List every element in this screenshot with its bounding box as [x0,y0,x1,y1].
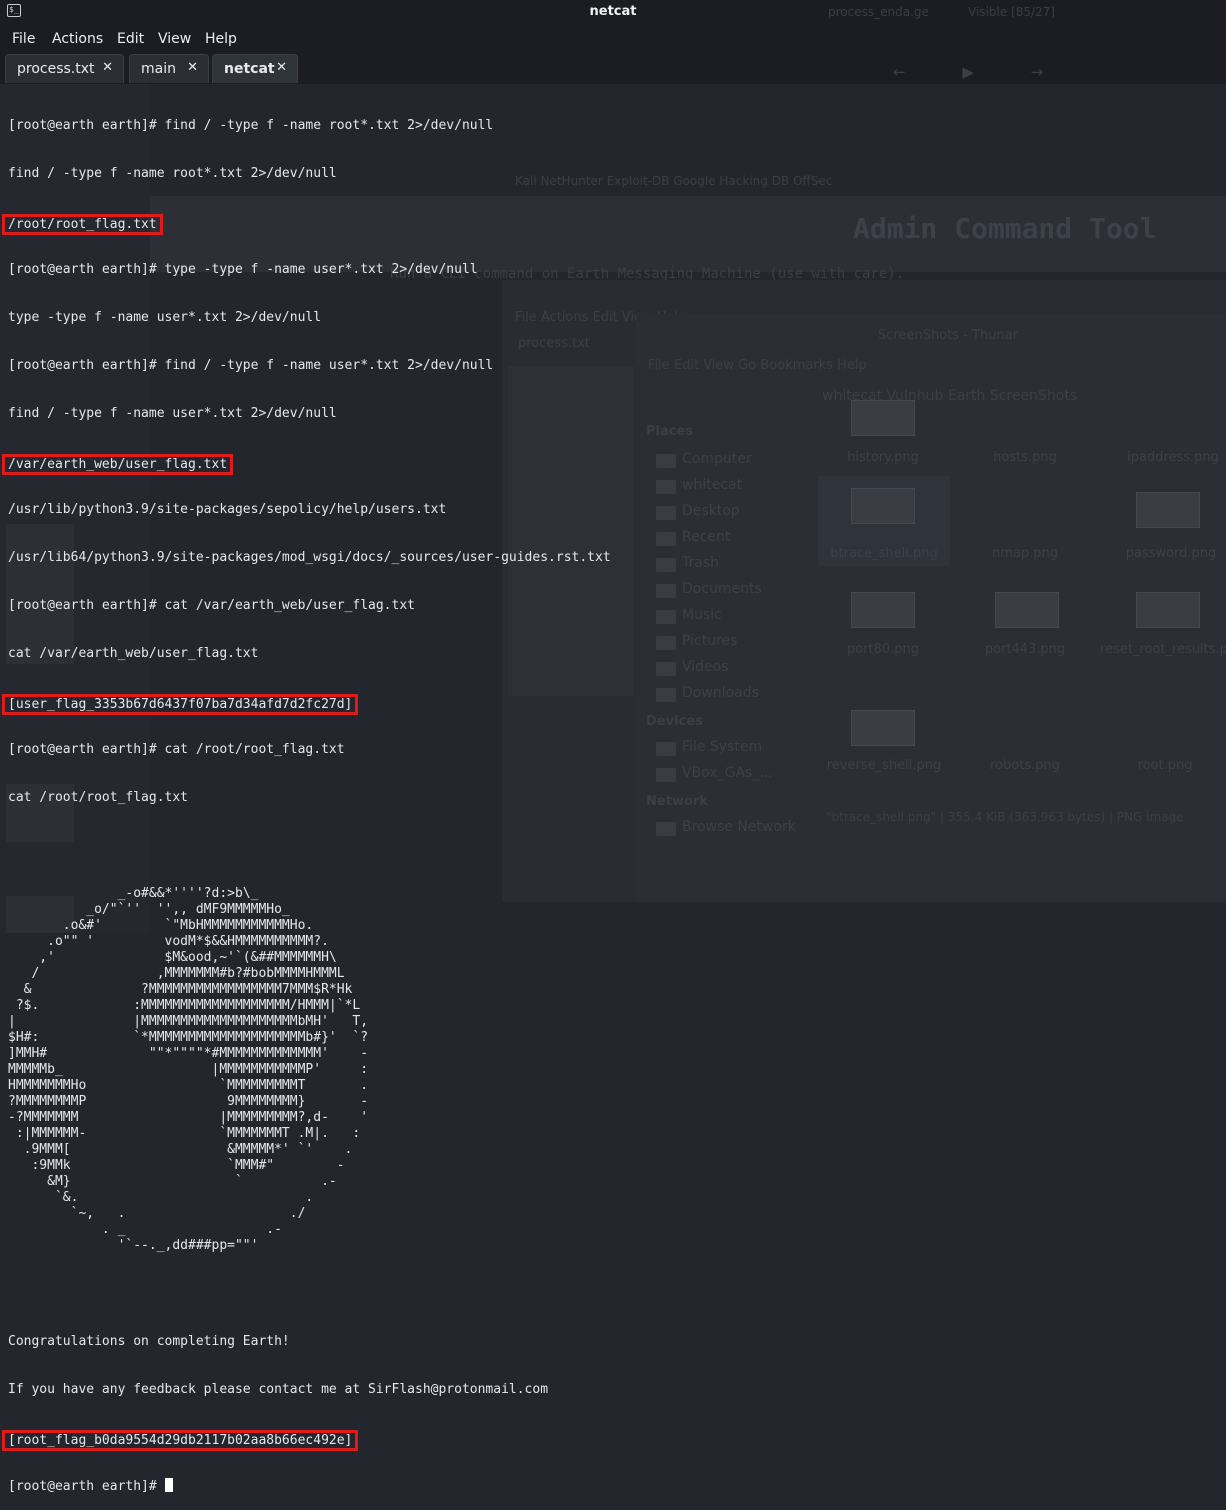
terminal-line: type -type f -name user*.txt 2>/dev/null [8,310,322,325]
image-file-icon [1136,492,1200,528]
terminal-line: /usr/lib/python3.9/site-packages/sepolic… [8,502,447,517]
terminal-line: If you have any feedback please contact … [8,1382,549,1397]
menu-view[interactable]: View [158,31,191,47]
background-file: nmap.png [992,546,1058,561]
terminal-line: cat /var/earth_web/user_flag.txt [8,646,259,661]
image-file-icon [851,400,915,436]
terminal-output[interactable]: [root@earth earth]# find / -type f -name… [2,86,768,1510]
background-file: port443.png [984,642,1066,657]
background-file: reset_root_results.png [1100,642,1226,657]
terminal-line: Congratulations on completing Earth! [8,1334,290,1349]
terminal-line: [root@earth earth]# cat /var/earth_web/u… [8,598,415,613]
highlighted-root-flag-path: /root/root_flag.txt [2,214,163,235]
terminal-line: find / -type f -name user*.txt 2>/dev/nu… [8,406,337,421]
close-icon[interactable]: ✕ [187,60,198,75]
menu-help[interactable]: Help [205,31,237,47]
image-file-icon [995,592,1059,628]
terminal-line: [root@earth earth]# cat /root/root_flag.… [8,742,345,757]
terminal-line: find / -type f -name root*.txt 2>/dev/nu… [8,166,337,181]
close-icon[interactable]: ✕ [102,60,113,75]
tab-label: process.txt [17,61,95,77]
background-window-status: Visible [85/27] [968,5,1055,19]
background-file: root.png [1137,758,1193,773]
background-heading: Admin Command Tool [853,212,1157,245]
background-status-bar: "btrace_shell.png" | 355.4 KiB (363,963 … [826,810,1184,824]
background-file: password.png [1125,546,1217,561]
image-file-icon [851,592,915,628]
menu-actions[interactable]: Actions [52,31,103,47]
image-file-icon [851,488,915,524]
background-file: port80.png [846,642,920,657]
close-icon[interactable]: ✕ [276,60,287,75]
menu-bar: File Actions Edit View Help [0,26,1226,52]
menu-file[interactable]: File [12,31,35,47]
shell-prompt: [root@earth earth]# [8,1479,165,1494]
background-file: reverse_shell.png [826,758,942,773]
image-file-icon [1136,592,1200,628]
highlighted-user-flag: [user_flag_3353b67d6437f07ba7d34afd7d2fc… [2,694,359,715]
tab-process-txt[interactable]: process.txt ✕ [5,54,124,83]
menu-edit[interactable]: Edit [117,31,144,47]
terminal-line: cat /root/root_flag.txt [8,790,189,805]
background-file: ipaddress.png [1127,450,1219,465]
background-file: hosts.png [993,450,1057,465]
text-cursor [164,1478,173,1492]
terminal-line: [root@earth earth]# find / -type f -name… [8,358,494,373]
title-bar: $_ process_enda.ge netcat Visible [85/27… [0,0,1226,26]
tab-netcat[interactable]: netcat ✕ [212,54,298,83]
terminal-line: [root@earth earth]# find / -type f -name… [8,118,494,133]
highlighted-root-flag: [root_flag_b0da9554d29db2117b02aa8b66ec4… [2,1430,359,1451]
tab-label: netcat [224,61,275,77]
terminal-line: [root@earth earth]# type -type f -name u… [8,262,478,277]
terminal-line: /usr/lib64/python3.9/site-packages/mod_w… [8,550,611,565]
terminal-prompt-line[interactable]: [root@earth earth]# [8,1478,768,1494]
highlighted-user-flag-path: /var/earth_web/user_flag.txt [2,454,234,475]
earth-ascii-art: _-o#&&*''''?d:>b\_ _o/"`'' '',, dMF9MMMM… [8,886,369,1253]
image-file-icon [851,710,915,746]
background-file: history.png [847,450,919,465]
background-nav-arrows: ← ▶ → [893,63,1070,81]
tab-label: main [141,61,176,77]
tab-main[interactable]: main ✕ [129,54,209,83]
background-file: btrace_shell.png [830,546,938,561]
background-fm-title: ScreenShots - Thunar [878,328,1018,343]
background-file: robots.png [990,758,1060,773]
